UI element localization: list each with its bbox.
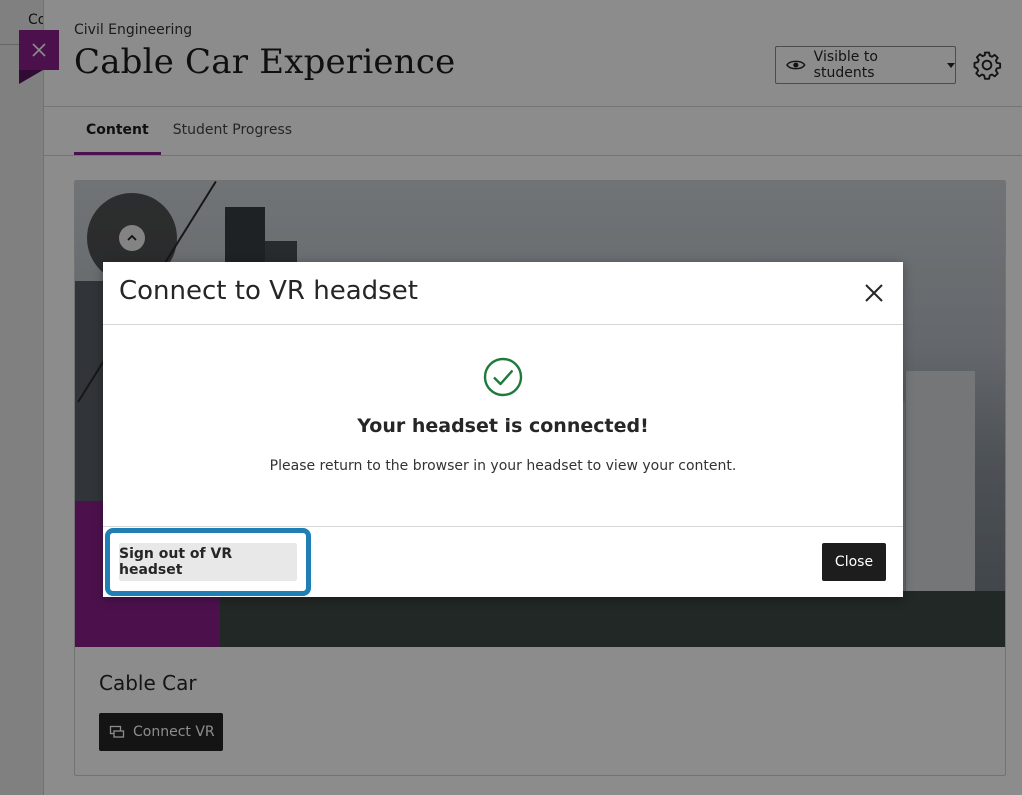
dialog-title: Connect to VR headset (119, 276, 418, 306)
dialog-message: Please return to the browser in your hea… (269, 458, 737, 474)
dialog-close-button[interactable] (861, 280, 887, 306)
dialog-body: Your headset is connected! Please return… (103, 325, 903, 526)
connect-vr-dialog: Connect to VR headset Your headset is co… (103, 262, 903, 597)
sign-out-vr-button[interactable]: Sign out of VR headset (119, 543, 297, 581)
dialog-header: Connect to VR headset (103, 262, 903, 325)
dialog-footer: Sign out of VR headset Close (103, 526, 903, 597)
close-icon (865, 284, 883, 302)
dialog-heading: Your headset is connected! (357, 415, 649, 437)
close-button[interactable]: Close (822, 543, 886, 581)
check-circle-icon (483, 357, 523, 397)
